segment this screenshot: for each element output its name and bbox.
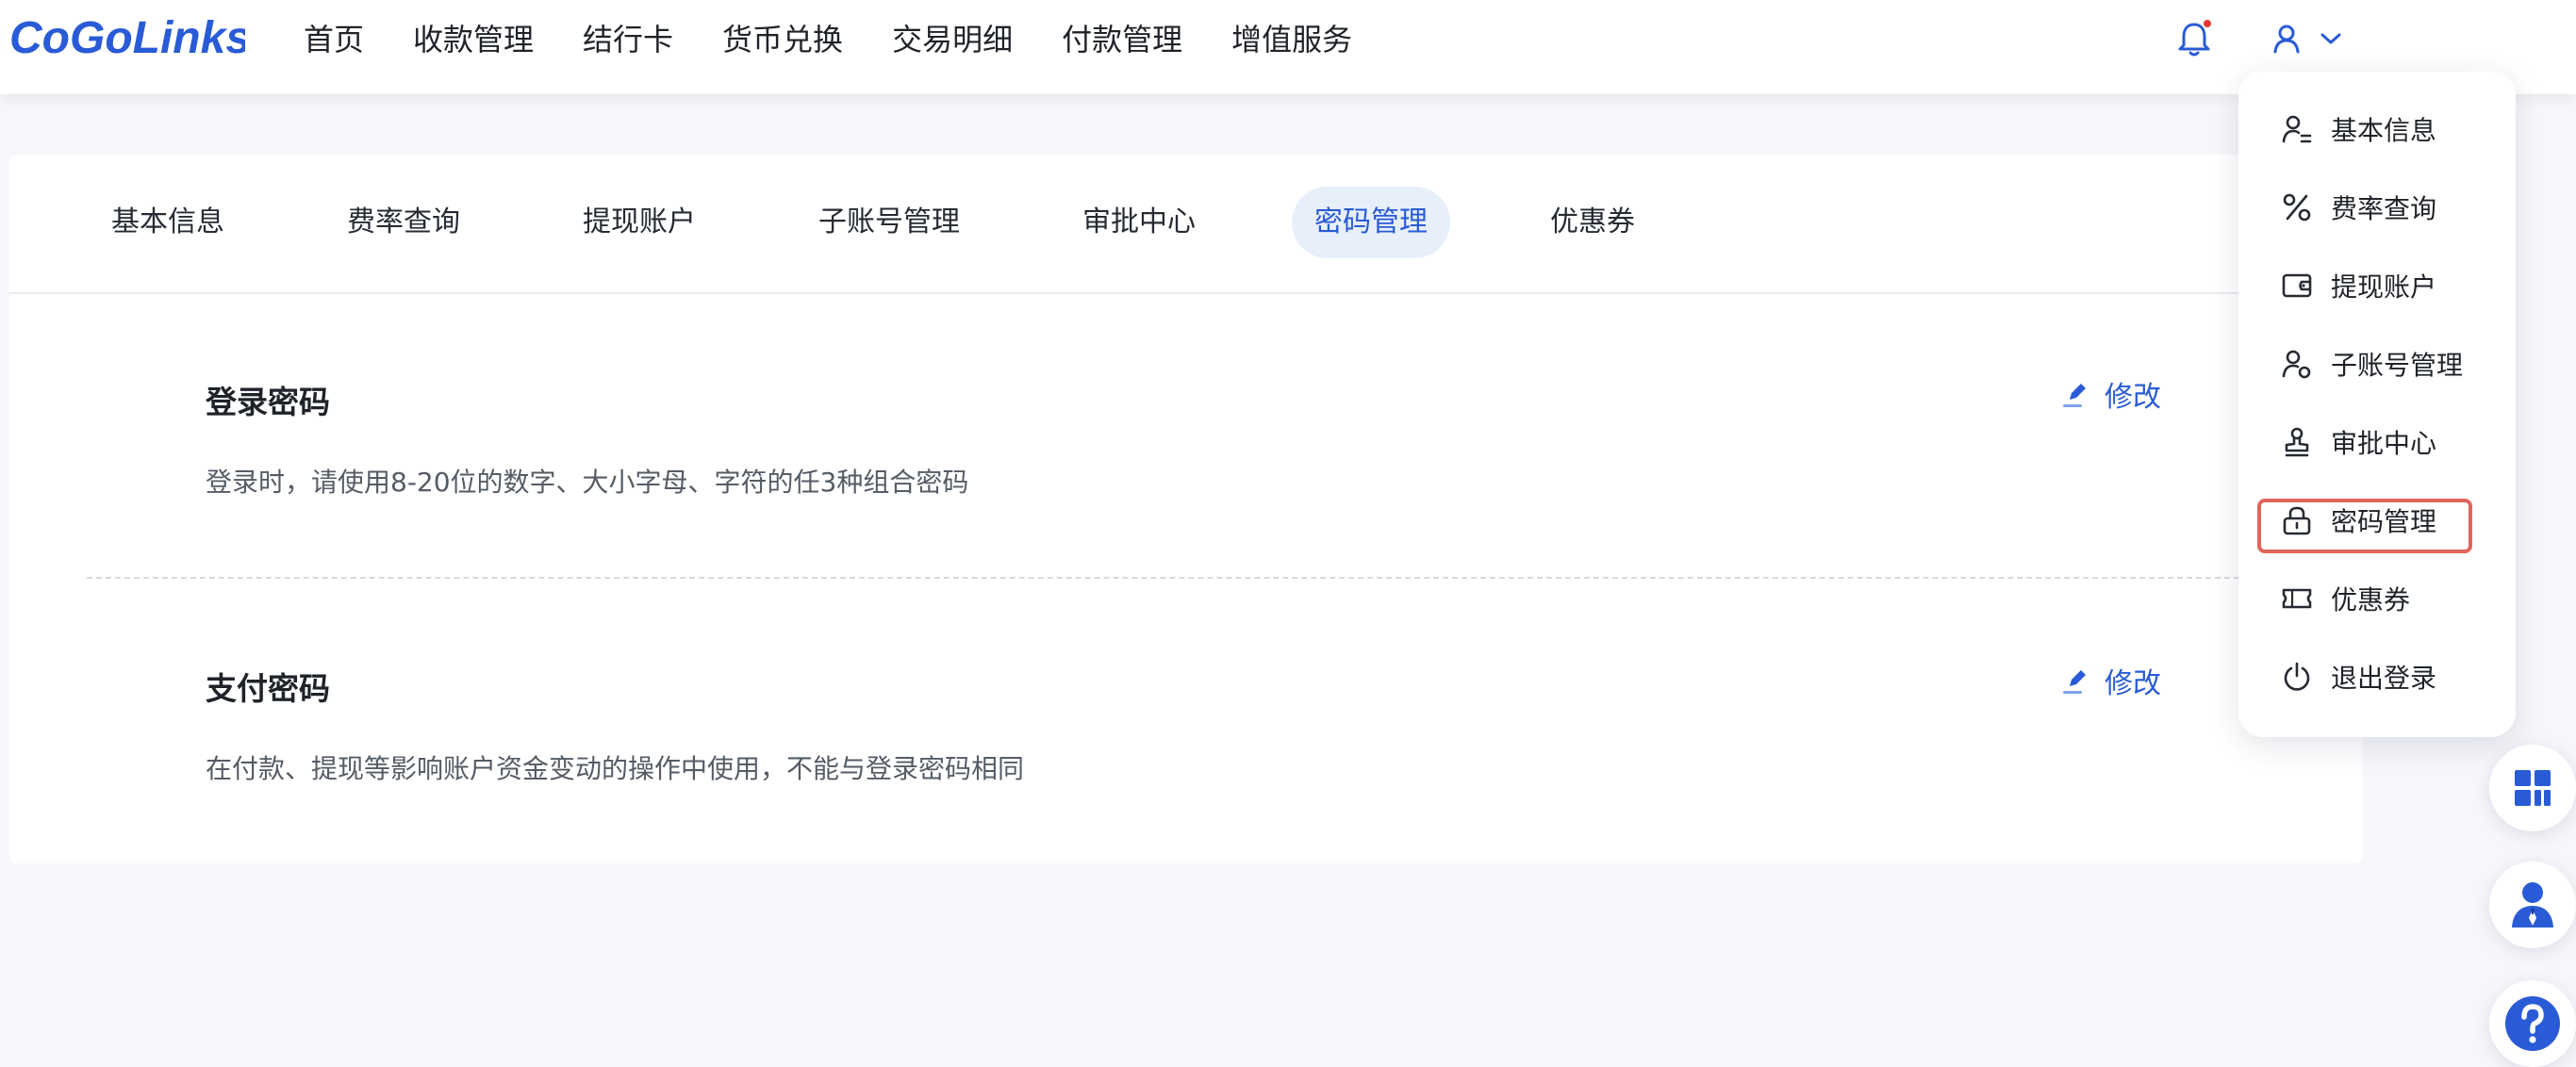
main-nav: 首页 收款管理 结行卡 货币兑换 交易明细 付款管理 增值服务 (304, 17, 1401, 58)
menu-item-label: 提现账户 (2331, 271, 2437, 303)
menu-item-label: 子账号管理 (2331, 350, 2464, 381)
edit-payment-password-button[interactable]: 修改 (2061, 660, 2161, 701)
menu-item-label: 优惠券 (2331, 584, 2411, 616)
chevron-down-icon (2320, 33, 2341, 44)
menu-item-sub-account[interactable]: 子账号管理 (2280, 343, 2463, 385)
menu-item-withdrawal-account[interactable]: 提现账户 (2280, 265, 2436, 306)
notification-dot (2204, 20, 2211, 27)
tab-approval-center[interactable]: 审批中心 (1082, 187, 1196, 258)
user-dropdown-menu: 基本信息 费率查询 提现账户 子账号管理 审批中心 密码管理 优惠券 退出登录 (2238, 72, 2516, 737)
svg-text:CoGoLinks: CoGoLinks (9, 13, 245, 63)
nav-item-collection[interactable]: 收款管理 (413, 16, 534, 59)
help-icon (2505, 996, 2560, 1051)
highlight-box (2257, 499, 2472, 553)
edit-icon (2063, 670, 2086, 694)
tab-coupons[interactable]: 优惠券 (1550, 187, 1635, 258)
power-icon (2284, 662, 2310, 691)
floating-help-button[interactable] (2489, 980, 2576, 1067)
tab-rate-query[interactable]: 费率查询 (347, 187, 460, 258)
menu-item-label: 退出登录 (2331, 663, 2437, 694)
login-password-description: 登录时，请使用8-20位的数字、大小字母、字符的任3种组合密码 (206, 467, 969, 498)
stamp-icon (2285, 427, 2309, 457)
percent-icon (2283, 193, 2311, 222)
user-menu-trigger[interactable] (2272, 19, 2367, 58)
account-settings-card: 基本信息 费率查询 提现账户 子账号管理 审批中心 密码管理 优惠券 登录密码 … (9, 155, 2362, 863)
tab-withdrawal-account[interactable]: 提现账户 (583, 187, 696, 258)
grid-apps-icon (2515, 770, 2551, 806)
floating-apps-button[interactable] (2489, 745, 2576, 831)
tab-sub-account[interactable]: 子账号管理 (818, 187, 960, 258)
menu-item-label: 基本信息 (2331, 115, 2437, 146)
menu-item-logout[interactable]: 退出登录 (2280, 656, 2436, 698)
nav-item-currency-exchange[interactable]: 货币兑换 (722, 16, 843, 59)
top-navigation-bar: CoGoLinks 首页 收款管理 结行卡 货币兑换 交易明细 付款管理 增值服… (0, 0, 2576, 94)
nav-item-home[interactable]: 首页 (304, 16, 364, 59)
menu-item-approval-center[interactable]: 审批中心 (2280, 421, 2436, 463)
menu-item-coupons[interactable]: 优惠券 (2280, 578, 2410, 619)
bell-icon[interactable] (2176, 19, 2212, 58)
wallet-icon (2282, 273, 2312, 298)
edit-icon (2063, 384, 2086, 407)
tab-basic-info[interactable]: 基本信息 (111, 187, 224, 258)
payment-password-description: 在付款、提现等影响账户资金变动的操作中使用，不能与登录密码相同 (206, 753, 1025, 784)
nav-item-transactions[interactable]: 交易明细 (892, 16, 1013, 59)
settings-tabs: 基本信息 费率查询 提现账户 子账号管理 审批中心 密码管理 优惠券 (9, 155, 2362, 294)
sub-account-icon (2282, 350, 2311, 379)
menu-item-label: 审批中心 (2331, 428, 2437, 459)
menu-item-basic-info[interactable]: 基本信息 (2280, 108, 2436, 150)
nav-item-settlement-card[interactable]: 结行卡 (583, 16, 673, 59)
menu-item-label: 费率查询 (2331, 193, 2437, 224)
edit-login-password-button[interactable]: 修改 (2061, 373, 2161, 415)
nav-item-payment[interactable]: 付款管理 (1062, 16, 1182, 59)
nav-item-value-added[interactable]: 增值服务 (1231, 16, 1352, 59)
menu-item-rate-query[interactable]: 费率查询 (2280, 187, 2436, 228)
edit-label: 修改 (2105, 381, 2161, 414)
user-icon (2273, 25, 2300, 54)
tab-password-management[interactable]: 密码管理 (1292, 187, 1450, 258)
customer-service-icon (2512, 882, 2553, 927)
floating-customer-service-button[interactable] (2489, 862, 2576, 948)
cogolinks-logo[interactable]: CoGoLinks (9, 8, 245, 64)
user-info-icon (2282, 115, 2312, 143)
login-password-title: 登录密码 (206, 384, 330, 420)
payment-password-title: 支付密码 (206, 670, 330, 707)
section-divider (87, 577, 2239, 579)
coupon-icon (2282, 588, 2312, 609)
edit-label: 修改 (2105, 667, 2161, 700)
